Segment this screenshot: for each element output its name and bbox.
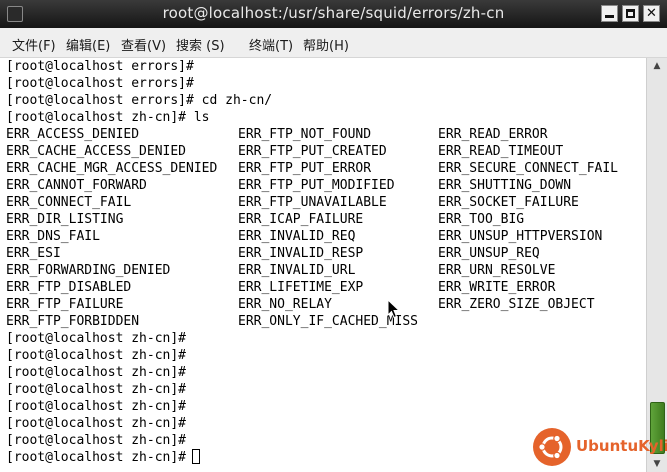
menu-view[interactable]: 查看(V) (121, 35, 166, 54)
terminal-line: [root@localhost errors]# (6, 59, 194, 74)
ls-entry: ERR_READ_TIMEOUT (438, 144, 564, 159)
terminal-line: [root@localhost zh-cn]# (6, 416, 187, 431)
ls-entry: ERR_ACCESS_DENIED (6, 127, 140, 142)
text-cursor (192, 449, 201, 464)
ls-entry: ERR_SHUTTING_DOWN (438, 178, 572, 193)
ls-entry: ERR_INVALID_RESP (238, 246, 364, 261)
ls-entry: ERR_INVALID_REQ (238, 229, 356, 244)
ls-entry: ERR_FORWARDING_DENIED (6, 263, 171, 278)
terminal-line: [root@localhost errors]# (6, 76, 194, 91)
terminal-output[interactable]: [root@localhost errors]# [root@localhost… (0, 58, 646, 472)
ls-entry: ERR_FTP_PUT_CREATED (238, 144, 387, 159)
terminal-line: [root@localhost zh-cn]# (6, 365, 187, 380)
terminal-prompt-line: [root@localhost zh-cn]# (6, 449, 201, 466)
terminal-line: [root@localhost zh-cn]# (6, 399, 187, 414)
terminal-line: [root@localhost zh-cn]# (6, 331, 187, 346)
ls-entry: ERR_FTP_NOT_FOUND (238, 127, 372, 142)
terminal-line: [root@localhost errors]# cd zh-cn/ (6, 93, 273, 108)
ls-entry: ERR_UNSUP_REQ (438, 246, 540, 261)
scroll-up-arrow-icon[interactable]: ▲ (647, 58, 667, 74)
ls-entry: ERR_CACHE_MGR_ACCESS_DENIED (6, 161, 218, 176)
mouse-pointer-icon (387, 299, 401, 319)
ls-entry: ERR_ZERO_SIZE_OBJECT (438, 297, 595, 312)
ls-entry: ERR_FTP_PUT_MODIFIED (238, 178, 395, 193)
prompt-text: [root@localhost zh-cn]# (6, 450, 187, 465)
ls-entry: ERR_URN_RESOLVE (438, 263, 556, 278)
ls-entry: ERR_LIFETIME_EXP (238, 280, 364, 295)
ls-entry: ERR_CONNECT_FAIL (6, 195, 132, 210)
menu-edit[interactable]: 编辑(E) (66, 35, 110, 54)
ls-entry: ERR_CANNOT_FORWARD (6, 178, 147, 193)
menu-file[interactable]: 文件(F) (12, 35, 56, 54)
ls-entry: ERR_FTP_DISABLED (6, 280, 132, 295)
close-icon: ✕ (646, 6, 657, 21)
ls-entry: ERR_DIR_LISTING (6, 212, 124, 227)
menu-bar: 文件(F) 编辑(E) 查看(V) 搜索 (S) 终端(T) 帮助(H) (0, 28, 667, 58)
terminal-line: [root@localhost zh-cn]# (6, 348, 187, 363)
ls-entry: ERR_FTP_FORBIDDEN (6, 314, 140, 329)
ls-entry: ERR_UNSUP_HTTPVERSION (438, 229, 603, 244)
ls-entry: ERR_CACHE_ACCESS_DENIED (6, 144, 187, 159)
window-title: root@localhost:/usr/share/squid/errors/z… (162, 4, 505, 22)
terminal-line: [root@localhost zh-cn]# (6, 433, 187, 448)
ls-entry: ERR_FTP_UNAVAILABLE (238, 195, 387, 210)
terminal-line: [root@localhost zh-cn]# (6, 382, 187, 397)
ls-entry: ERR_SECURE_CONNECT_FAIL (438, 161, 619, 176)
ls-entry: ERR_FTP_FAILURE (6, 297, 124, 312)
logo-text: UbuntuKylin (576, 437, 667, 455)
ubuntukylin-logo: UbuntuKylin (533, 428, 667, 468)
minimize-button[interactable] (601, 5, 618, 22)
menu-help[interactable]: 帮助(H) (303, 35, 349, 54)
ls-entry: ERR_TOO_BIG (438, 212, 525, 227)
ls-entry: ERR_READ_ERROR (438, 127, 548, 142)
menu-terminal[interactable]: 终端(T) (249, 35, 293, 54)
ls-entry: ERR_DNS_FAIL (6, 229, 100, 244)
ls-entry: ERR_WRITE_ERROR (438, 280, 556, 295)
close-button[interactable]: ✕ (643, 5, 660, 22)
ls-entry: ERR_ICAP_FAILURE (238, 212, 364, 227)
ls-entry: ERR_ESI (6, 246, 61, 261)
maximize-button[interactable] (622, 5, 639, 22)
ubuntukylin-logo-icon (533, 428, 571, 466)
terminal-line: [root@localhost zh-cn]# ls (6, 110, 210, 125)
terminal-window: root@localhost:/usr/share/squid/errors/z… (0, 0, 667, 472)
ls-entry: ERR_SOCKET_FAILURE (438, 195, 579, 210)
vertical-scrollbar[interactable]: ▲ ▼ (646, 58, 667, 472)
title-bar[interactable]: root@localhost:/usr/share/squid/errors/z… (0, 0, 667, 28)
ls-entry: ERR_FTP_PUT_ERROR (238, 161, 372, 176)
menu-search[interactable]: 搜索 (S) (176, 35, 225, 54)
ls-entry: ERR_INVALID_URL (238, 263, 356, 278)
ls-entry: ERR_NO_RELAY (238, 297, 332, 312)
